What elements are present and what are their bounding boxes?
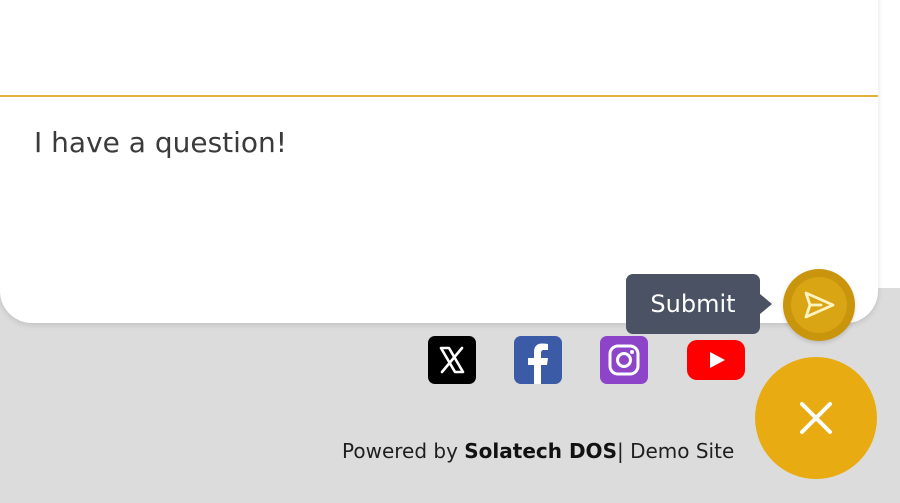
close-icon [800, 402, 832, 434]
x-twitter-icon [428, 336, 476, 384]
x-twitter-link[interactable] [428, 336, 476, 384]
powered-by-label: Powered by [342, 439, 465, 463]
instagram-link[interactable] [600, 336, 648, 384]
send-icon [804, 291, 835, 319]
message-input[interactable] [34, 125, 834, 175]
submit-button[interactable] [783, 269, 855, 341]
youtube-icon [687, 340, 745, 380]
site-label: Demo Site [630, 439, 735, 463]
messages-area [0, 0, 878, 96]
submit-tooltip: Submit [626, 274, 760, 334]
facebook-icon [514, 336, 562, 384]
submit-tooltip-arrow [760, 294, 772, 314]
close-chat-button[interactable] [755, 357, 877, 479]
separator: | [616, 439, 631, 463]
composer-divider [0, 95, 878, 97]
brand-name: Solatech DOS [464, 439, 617, 463]
footer-credit: Powered by Solatech DOS| Demo Site [342, 436, 734, 466]
instagram-icon [600, 336, 648, 384]
facebook-link[interactable] [514, 336, 562, 384]
youtube-link[interactable] [687, 340, 745, 380]
